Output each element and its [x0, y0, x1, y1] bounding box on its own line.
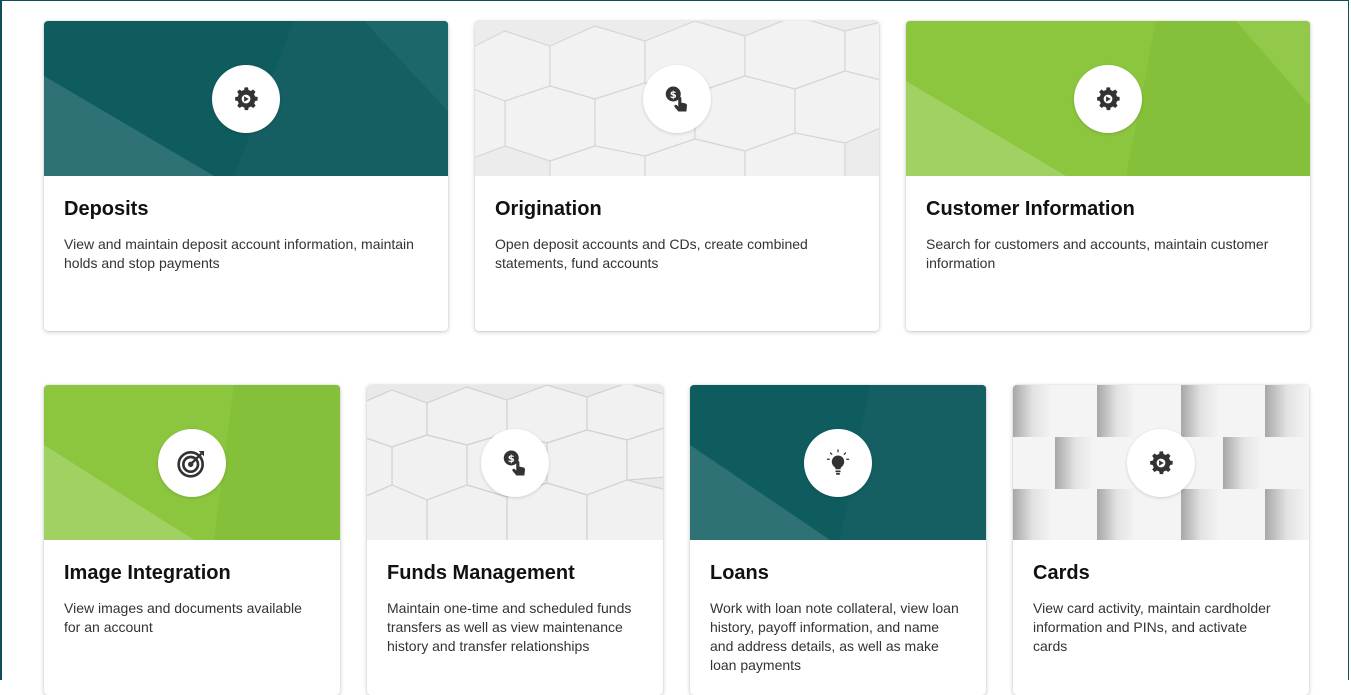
gear-icon [1127, 428, 1195, 497]
dollar-hand-icon: $ [481, 428, 549, 497]
card-description: Work with loan note collateral, view loa… [710, 600, 959, 673]
gear-icon [1074, 64, 1142, 133]
card-description: View and maintain deposit account inform… [64, 236, 414, 271]
card-title: Image Integration [64, 562, 231, 584]
card-description: View images and documents available for … [64, 600, 302, 635]
card-description: Search for customers and accounts, maint… [926, 236, 1269, 271]
card-funds-management[interactable]: $ Funds Management Maintain one-time and… [367, 385, 663, 695]
card-title: Deposits [64, 198, 149, 220]
svg-text:$: $ [670, 89, 677, 100]
card-origination[interactable]: $ Origination Open deposit accounts and … [475, 21, 879, 331]
target-icon [158, 428, 226, 497]
card-title: Funds Management [387, 562, 575, 584]
gear-icon [212, 64, 280, 133]
lightbulb-icon [804, 428, 872, 497]
card-loans[interactable]: Loans Work with loan note collateral, vi… [690, 385, 986, 695]
card-banner: $ [367, 385, 663, 540]
card-banner [690, 385, 986, 540]
card-title: Cards [1033, 562, 1090, 584]
card-banner [44, 21, 448, 176]
card-cards[interactable]: Cards View card activity, maintain cardh… [1013, 385, 1309, 695]
card-banner: $ [475, 21, 879, 176]
card-banner [906, 21, 1310, 176]
card-title: Customer Information [926, 198, 1135, 220]
card-customer-information[interactable]: Customer Information Search for customer… [906, 21, 1310, 331]
card-deposits[interactable]: Deposits View and maintain deposit accou… [44, 21, 448, 331]
card-title: Loans [710, 562, 769, 584]
card-banner [1013, 385, 1309, 540]
card-description: Maintain one-time and scheduled funds tr… [387, 600, 632, 654]
svg-text:$: $ [508, 453, 515, 464]
card-description: Open deposit accounts and CDs, create co… [495, 236, 808, 271]
card-banner [44, 385, 340, 540]
card-title: Origination [495, 198, 602, 220]
card-image-integration[interactable]: Image Integration View images and docume… [44, 385, 340, 695]
dollar-hand-icon: $ [643, 64, 711, 133]
card-description: View card activity, maintain cardholder … [1033, 600, 1271, 654]
